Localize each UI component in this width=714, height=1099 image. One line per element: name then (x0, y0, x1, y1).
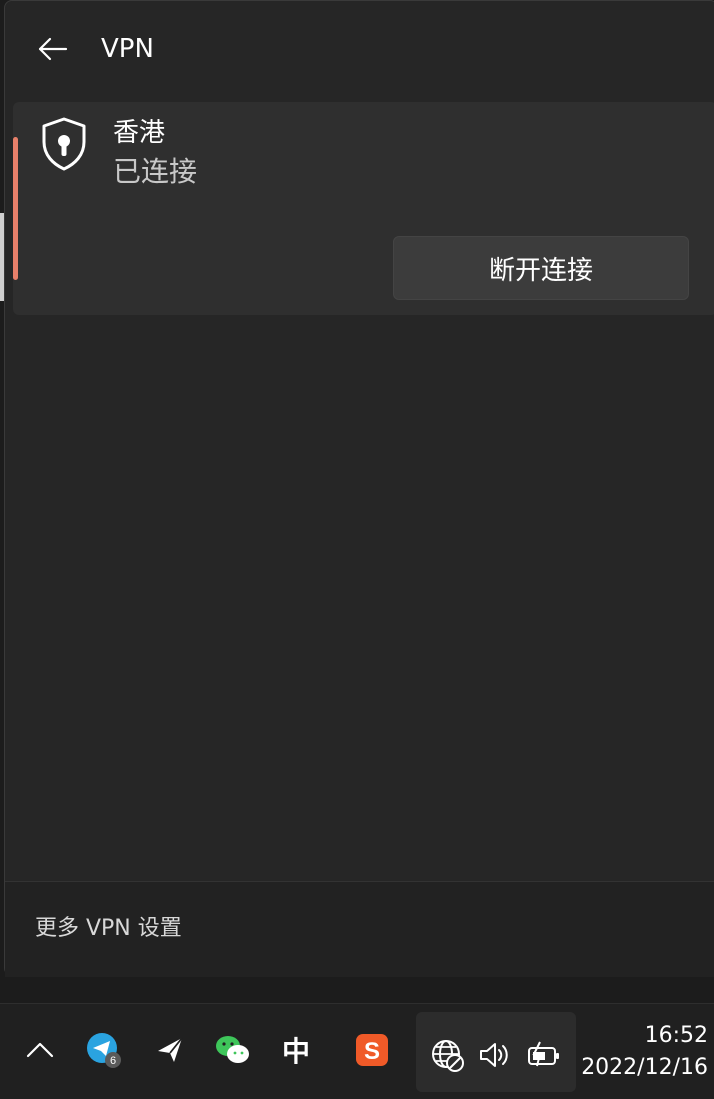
panel-footer: 更多 VPN 设置 (5, 881, 714, 977)
connection-name: 香港 (113, 118, 166, 148)
wechat-tray-button[interactable] (210, 1028, 254, 1072)
sogou-label: S (364, 1038, 380, 1065)
sogou-input-icon: S (356, 1034, 388, 1066)
page-title: VPN (101, 34, 154, 64)
chevron-up-icon (26, 1042, 54, 1058)
more-vpn-settings-link[interactable]: 更多 VPN 设置 (35, 912, 182, 946)
vpn-connection-card[interactable]: 香港 已连接 断开连接 (13, 102, 714, 315)
vpn-flyout-panel: VPN 香港 已连接 断开连接 更多 VPN 设置 (4, 0, 714, 977)
shield-lock-icon (42, 117, 86, 171)
quick-settings-button[interactable] (416, 1012, 576, 1092)
taskbar-clock[interactable]: 16:52 2022/12/16 (581, 1020, 708, 1084)
clock-date: 2022/12/16 (581, 1055, 708, 1080)
back-button[interactable] (33, 29, 73, 69)
ime-chinese-icon: 中 (281, 1035, 310, 1068)
speaker-icon (480, 1043, 508, 1067)
telegram-badge: 6 (110, 1055, 116, 1067)
sogou-input-tray-button[interactable]: S (350, 1028, 394, 1072)
paper-plane-icon (158, 1037, 183, 1062)
panel-header: VPN (5, 1, 714, 97)
send-app-tray-button[interactable] (148, 1028, 192, 1072)
globe-no-internet-icon (432, 1040, 464, 1072)
telegram-icon: 6 (87, 1033, 121, 1068)
wechat-icon (216, 1036, 249, 1063)
selected-indicator (13, 137, 18, 280)
show-hidden-icons-button[interactable] (18, 1028, 62, 1072)
disconnect-button[interactable]: 断开连接 (393, 236, 689, 300)
taskbar: 6 中 S 16:52 2022/12/16 (0, 1003, 714, 1099)
arrow-left-icon (38, 37, 68, 61)
ime-language-button[interactable]: 中 (274, 1028, 318, 1072)
battery-charging-icon (528, 1041, 559, 1067)
clock-time: 16:52 (644, 1023, 708, 1048)
connection-status: 已连接 (113, 155, 198, 188)
telegram-tray-button[interactable]: 6 (82, 1028, 126, 1072)
